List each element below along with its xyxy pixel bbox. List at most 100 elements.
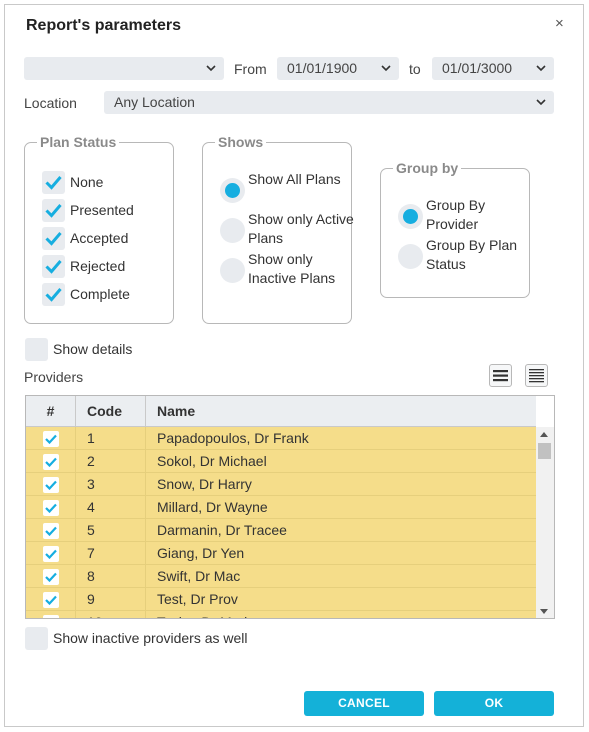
row-code: 4: [76, 496, 146, 519]
row-code: 8: [76, 565, 146, 588]
row-name: Swift, Dr Mac: [157, 568, 241, 584]
table-row[interactable]: 8 Swift, Dr Mac: [26, 565, 536, 588]
radio-label: Show only Active Plans: [248, 211, 354, 246]
checkbox-label: Accepted: [70, 230, 129, 246]
check-icon: [45, 526, 57, 536]
row-checkbox[interactable]: [43, 500, 59, 516]
checkbox[interactable]: [42, 171, 65, 194]
grid-scrollbar[interactable]: [536, 427, 554, 618]
radio-button[interactable]: [220, 258, 245, 283]
radio-button[interactable]: [220, 178, 245, 203]
radio-selected-dot: [403, 209, 418, 224]
row-code: 9: [76, 588, 146, 611]
checkbox[interactable]: [25, 627, 48, 650]
row-checkbox[interactable]: [43, 454, 59, 470]
shows-legend: Shows: [215, 134, 267, 150]
dialog-title: Report's parameters: [26, 17, 181, 34]
grid-rows: 1 Papadopoulos, Dr Frank 2 Sokol, Dr Mic…: [26, 427, 536, 618]
row-name: Snow, Dr Harry: [157, 476, 252, 492]
row-name: Sokol, Dr Michael: [157, 453, 267, 469]
check-icon: [45, 260, 62, 274]
radio-button[interactable]: [220, 218, 245, 243]
row-name: Millard, Dr Wayne: [157, 499, 268, 515]
plan-status-legend: Plan Status: [37, 134, 120, 150]
row-name: Giang, Dr Yen: [157, 545, 245, 561]
to-label: to: [409, 61, 421, 77]
location-label: Location: [24, 95, 77, 111]
table-row[interactable]: 3 Snow, Dr Harry: [26, 473, 536, 496]
row-checkbox[interactable]: [43, 615, 59, 618]
check-icon: [45, 176, 62, 190]
scroll-down-icon[interactable]: [540, 609, 548, 614]
check-icon: [45, 232, 62, 246]
from-label: From: [234, 61, 267, 77]
chevron-down-icon: [536, 99, 546, 106]
table-row[interactable]: 10 Taylor, Dr Mark: [26, 611, 536, 618]
row-checkbox[interactable]: [43, 431, 59, 447]
location-select[interactable]: Any Location: [104, 91, 554, 114]
scroll-up-icon[interactable]: [540, 432, 548, 437]
grid-header: # Code Name: [26, 396, 536, 427]
radio-label: Group By Plan Status: [426, 237, 518, 272]
row-name: Darmanin, Dr Tracee: [157, 522, 287, 538]
check-icon: [45, 204, 62, 218]
location-value: Any Location: [114, 94, 195, 110]
from-date-value: 01/01/1900: [287, 60, 358, 76]
row-code: 3: [76, 473, 146, 496]
row-name: Papadopoulos, Dr Frank: [157, 430, 309, 446]
plan-status-group: Plan Status None Presented Accepted Reje…: [24, 134, 174, 324]
cancel-button[interactable]: CANCEL: [304, 691, 424, 716]
table-row[interactable]: 9 Test, Dr Prov: [26, 588, 536, 611]
row-checkbox[interactable]: [43, 523, 59, 539]
to-date-select[interactable]: 01/01/3000: [432, 57, 554, 80]
row-code: 10: [76, 611, 146, 618]
providers-grid: # Code Name 1 Papadopoulos, Dr Frank 2 S…: [25, 395, 555, 619]
chevron-down-icon: [206, 65, 216, 72]
ok-button[interactable]: OK: [434, 691, 554, 716]
close-icon[interactable]: ×: [555, 15, 564, 32]
report-type-select[interactable]: [24, 57, 224, 80]
checkbox-label: Complete: [70, 286, 130, 302]
row-code: 7: [76, 542, 146, 565]
radio-button[interactable]: [398, 244, 423, 269]
column-header-name[interactable]: Name: [146, 396, 536, 427]
table-row[interactable]: 2 Sokol, Dr Michael: [26, 450, 536, 473]
list-view-icon[interactable]: [489, 364, 512, 387]
scroll-thumb[interactable]: [538, 443, 551, 459]
column-header-check[interactable]: #: [26, 396, 76, 427]
radio-button[interactable]: [398, 204, 423, 229]
table-row[interactable]: 7 Giang, Dr Yen: [26, 542, 536, 565]
table-row[interactable]: 4 Millard, Dr Wayne: [26, 496, 536, 519]
checkbox[interactable]: [42, 227, 65, 250]
row-name: Taylor, Dr Mark: [146, 611, 251, 618]
checkbox-label: None: [70, 174, 104, 190]
providers-label: Providers: [24, 369, 84, 385]
report-parameters-dialog: Report's parameters × From 01/01/1900 to…: [4, 4, 584, 727]
checkbox[interactable]: [25, 338, 48, 361]
check-icon: [45, 595, 57, 605]
checkbox-label: Presented: [70, 202, 134, 218]
radio-label: Group By Provider: [426, 197, 486, 232]
table-row[interactable]: 5 Darmanin, Dr Tracee: [26, 519, 536, 542]
compact-list-icon[interactable]: [525, 364, 548, 387]
row-checkbox[interactable]: [43, 569, 59, 585]
row-checkbox[interactable]: [43, 477, 59, 493]
column-header-code[interactable]: Code: [76, 396, 146, 427]
from-date-select[interactable]: 01/01/1900: [277, 57, 399, 80]
checkbox[interactable]: [42, 255, 65, 278]
table-row[interactable]: 1 Papadopoulos, Dr Frank: [26, 427, 536, 450]
checkbox-label: Rejected: [70, 258, 126, 274]
checkbox-label: Show inactive providers as well: [53, 630, 248, 646]
check-icon: [45, 457, 57, 467]
row-code: 5: [76, 519, 146, 542]
check-icon: [45, 288, 62, 302]
chevron-down-icon: [381, 65, 391, 72]
checkbox[interactable]: [42, 199, 65, 222]
row-checkbox[interactable]: [43, 592, 59, 608]
row-checkbox[interactable]: [43, 546, 59, 562]
checkbox[interactable]: [42, 283, 65, 306]
row-code: 1: [76, 427, 146, 450]
row-code: 2: [76, 450, 146, 473]
row-name: Test, Dr Prov: [157, 591, 238, 607]
radio-selected-dot: [225, 183, 240, 198]
